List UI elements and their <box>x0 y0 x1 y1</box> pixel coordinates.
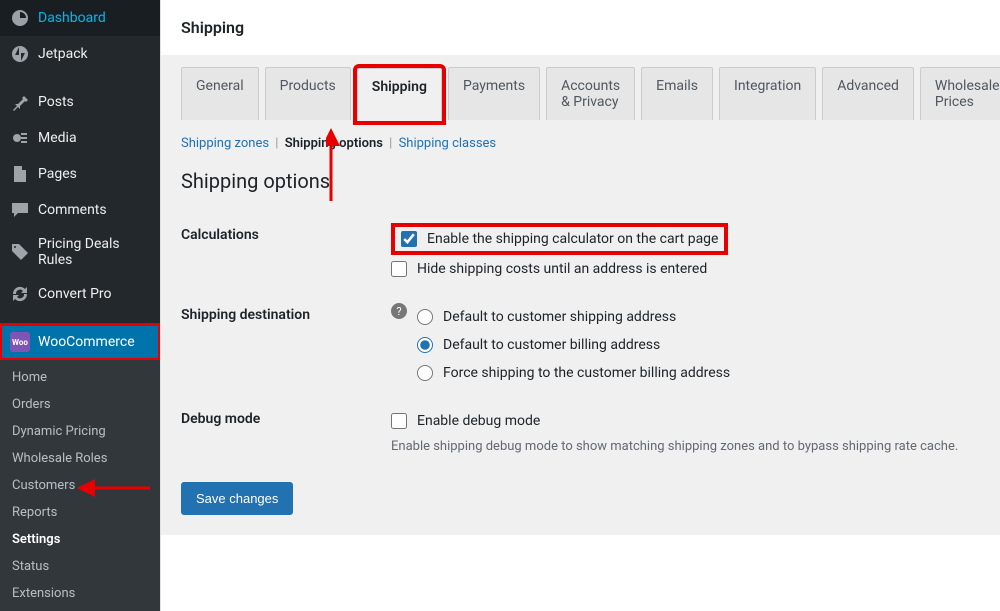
woocommerce-submenu: Home Orders Dynamic Pricing Wholesale Ro… <box>0 360 160 611</box>
opt-label: Hide shipping costs until an address is … <box>417 261 707 277</box>
sidebar-item-posts[interactable]: Posts <box>0 84 160 120</box>
sidebar-item-comments[interactable]: Comments <box>0 192 160 228</box>
submenu-dynamic-pricing[interactable]: Dynamic Pricing <box>0 418 160 445</box>
help-icon[interactable]: ? <box>391 303 407 319</box>
submenu-customers[interactable]: Customers <box>0 472 160 499</box>
shipping-subtabs: Shipping zones | Shipping options | Ship… <box>181 136 980 151</box>
page-title: Shipping <box>181 18 980 37</box>
sidebar-item-label: WooCommerce <box>38 334 135 350</box>
opt-force-billing[interactable]: Force shipping to the customer billing a… <box>417 359 730 387</box>
page-icon <box>10 164 30 184</box>
settings-tabs: General Products Shipping Payments Accou… <box>181 67 980 120</box>
admin-sidebar: Dashboard Jetpack Posts Media Pages Comm… <box>0 0 160 611</box>
submenu-reports[interactable]: Reports <box>0 499 160 526</box>
submenu-status[interactable]: Status <box>0 553 160 580</box>
opt-label: Enable the shipping calculator on the ca… <box>427 231 718 247</box>
section-title: Shipping options <box>181 169 980 193</box>
radio-force-billing[interactable] <box>417 365 433 381</box>
page-header: Shipping <box>161 0 1000 55</box>
radio-default-billing[interactable] <box>417 337 433 353</box>
submenu-orders[interactable]: Orders <box>0 391 160 418</box>
sidebar-item-label: Media <box>38 130 77 146</box>
tab-accounts-privacy[interactable]: Accounts & Privacy <box>546 67 635 120</box>
debug-description: Enable shipping debug mode to show match… <box>391 439 980 454</box>
sidebar-item-convert-pro[interactable]: Convert Pro <box>0 276 160 312</box>
pin-icon <box>10 92 30 112</box>
sidebar-item-label: Dashboard <box>38 10 106 26</box>
sidebar-item-pages[interactable]: Pages <box>0 156 160 192</box>
opt-label: Force shipping to the customer billing a… <box>443 365 730 381</box>
subtab-shipping-classes[interactable]: Shipping classes <box>399 136 497 151</box>
opt-default-shipping[interactable]: Default to customer shipping address <box>417 303 730 331</box>
sidebar-item-dashboard[interactable]: Dashboard <box>0 0 160 36</box>
submenu-settings[interactable]: Settings <box>0 526 160 553</box>
tab-products[interactable]: Products <box>265 67 351 120</box>
submenu-extensions[interactable]: Extensions <box>0 580 160 607</box>
sidebar-item-label: Posts <box>38 94 74 110</box>
tag-icon <box>10 242 30 262</box>
radio-default-shipping[interactable] <box>417 309 433 325</box>
tab-emails[interactable]: Emails <box>641 67 713 120</box>
subtab-shipping-options[interactable]: Shipping options <box>285 136 383 151</box>
tab-wholesale-prices[interactable]: Wholesale Prices <box>920 67 1000 120</box>
sidebar-item-woocommerce[interactable]: Woo WooCommerce <box>0 324 160 360</box>
opt-label: Default to customer billing address <box>443 337 660 353</box>
comment-icon <box>10 200 30 220</box>
tab-integration[interactable]: Integration <box>719 67 816 120</box>
label-calculations: Calculations <box>181 223 391 243</box>
opt-label: Default to customer shipping address <box>443 309 676 325</box>
sidebar-item-label: Convert Pro <box>38 286 112 302</box>
subtab-shipping-zones[interactable]: Shipping zones <box>181 136 269 151</box>
media-icon <box>10 128 30 148</box>
sidebar-item-label: Pages <box>38 166 77 182</box>
opt-enable-calculator[interactable]: Enable the shipping calculator on the ca… <box>391 223 728 255</box>
main-content: Shipping General Products Shipping Payme… <box>160 0 1000 611</box>
opt-default-billing[interactable]: Default to customer billing address <box>417 331 730 359</box>
tab-general[interactable]: General <box>181 67 259 120</box>
tab-payments[interactable]: Payments <box>448 67 540 120</box>
sidebar-item-label: Jetpack <box>38 46 88 62</box>
opt-enable-debug[interactable]: Enable debug mode <box>391 407 980 435</box>
tab-shipping[interactable]: Shipping <box>357 68 442 121</box>
checkbox-enable-calculator[interactable] <box>401 231 417 247</box>
convert-icon <box>10 284 30 304</box>
submenu-home[interactable]: Home <box>0 364 160 391</box>
sidebar-item-label: Pricing Deals Rules <box>38 236 150 268</box>
woo-icon: Woo <box>10 332 30 352</box>
sidebar-item-jetpack[interactable]: Jetpack <box>0 36 160 72</box>
opt-hide-costs[interactable]: Hide shipping costs until an address is … <box>391 255 980 283</box>
checkbox-enable-debug[interactable] <box>391 413 407 429</box>
sidebar-item-pricing-deals[interactable]: Pricing Deals Rules <box>0 228 160 276</box>
label-debug: Debug mode <box>181 407 391 427</box>
sidebar-item-label: Comments <box>38 202 107 218</box>
sidebar-item-media[interactable]: Media <box>0 120 160 156</box>
submenu-wholesale-roles[interactable]: Wholesale Roles <box>0 445 160 472</box>
label-destination: Shipping destination <box>181 303 391 323</box>
save-button[interactable]: Save changes <box>181 482 293 515</box>
tab-advanced[interactable]: Advanced <box>822 67 914 120</box>
checkbox-hide-costs[interactable] <box>391 261 407 277</box>
dashboard-icon <box>10 8 30 28</box>
opt-label: Enable debug mode <box>417 413 540 429</box>
jetpack-icon <box>10 44 30 64</box>
